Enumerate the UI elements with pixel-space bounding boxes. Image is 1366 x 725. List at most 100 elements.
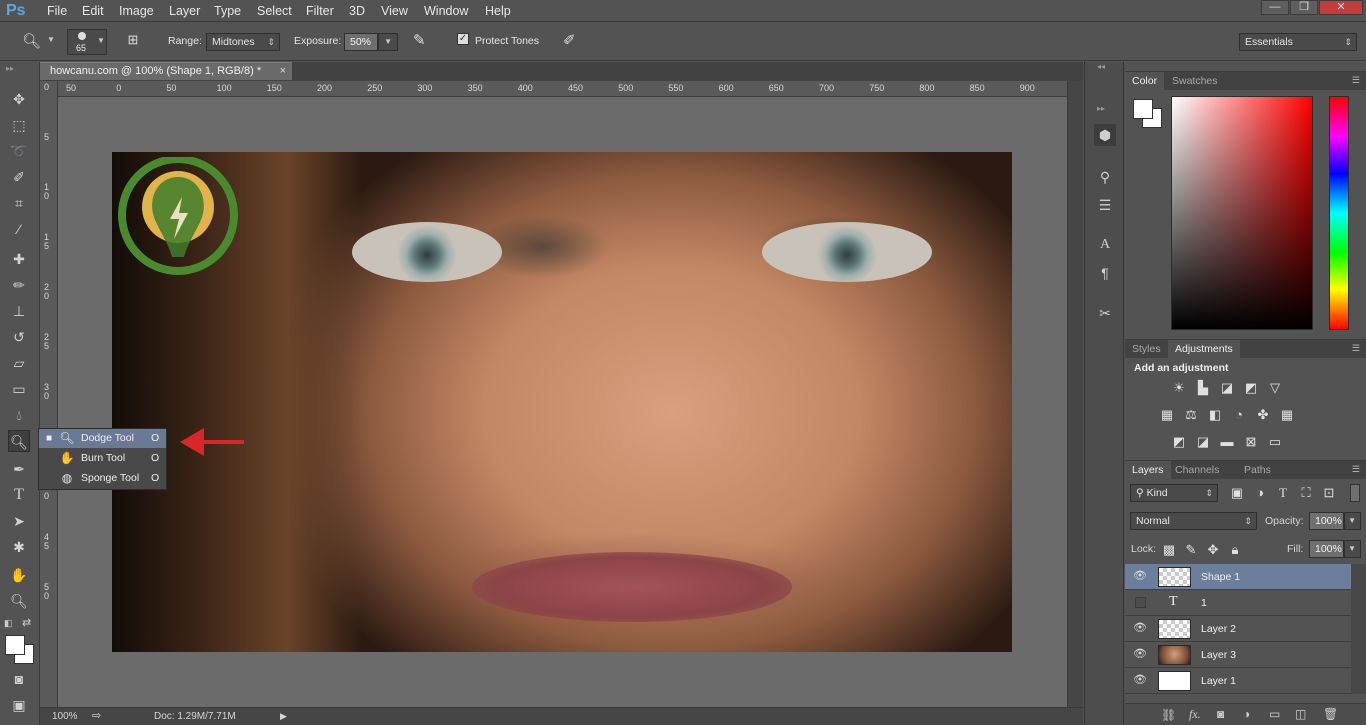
panel-menu-icon[interactable]: ☰ [1352,343,1360,354]
menu-select[interactable]: Select [257,0,292,22]
workspace-select[interactable]: Essentials ⇕ [1239,33,1357,51]
eye-icon[interactable]: 👁︎ [1133,569,1147,583]
swap-colors-icon[interactable]: ⇄ [22,616,31,629]
hue-slider[interactable] [1329,96,1349,330]
pen-tool-icon[interactable]: ✒ [8,458,30,480]
layer-row[interactable]: T 1 [1125,590,1351,616]
menu-type[interactable]: Type [214,0,241,22]
menu-file[interactable]: File [47,0,67,22]
tab-color[interactable]: Color [1125,72,1165,90]
tab-paths[interactable]: Paths [1237,461,1278,479]
black-white-icon[interactable]: ◧ [1207,407,1223,423]
filter-shape-icon[interactable]: ⛶ [1298,485,1314,501]
layer-filter-select[interactable]: ⚲ Kind ⇕ [1130,484,1218,502]
color-balance-icon[interactable]: ⚖ [1183,407,1199,423]
eyedropper-tool-icon[interactable]: ⁄ [8,218,30,240]
visibility-off-box[interactable] [1135,597,1146,608]
lock-position-icon[interactable]: ✥ [1205,542,1221,558]
menu-layer[interactable]: Layer [169,0,200,22]
document-tab[interactable]: howcanu.com @ 100% (Shape 1, RGB/8) * × [40,62,292,80]
layer-row[interactable]: 👁︎ Layer 1 [1125,668,1351,694]
filter-toggle-button[interactable] [1350,484,1360,502]
opacity-input[interactable]: 100% [1309,512,1344,530]
tab-styles[interactable]: Styles [1125,340,1168,358]
fill-input[interactable]: 100% [1309,540,1344,558]
levels-icon[interactable]: ▙ [1195,380,1211,396]
color-lookup-icon[interactable]: ▦ [1279,407,1295,423]
eye-icon[interactable]: 👁︎ [1133,673,1147,687]
menu-image[interactable]: Image [119,0,154,22]
brush-panel-icon[interactable]: ⊞ [123,32,143,50]
channel-mixer-icon[interactable]: ✤ [1255,407,1271,423]
collapse-icon[interactable]: ◂◂ [1097,62,1105,71]
collapse-icon[interactable]: ▸▸ [6,64,14,73]
collapse-icon[interactable]: ▸▸ [1097,104,1105,113]
character-panel-icon[interactable]: A [1094,234,1116,256]
exposure-dropdown[interactable]: ▼ [378,33,398,51]
adjustment-layer-icon[interactable]: ◑ [1243,707,1250,721]
zoom-level[interactable]: 100% [52,708,78,725]
panel-menu-icon[interactable]: ☰ [1352,464,1360,475]
lock-transparent-icon[interactable]: ▩ [1161,542,1177,558]
path-selection-tool-icon[interactable]: ➤ [8,510,30,532]
panel-menu-icon[interactable]: ☰ [1352,75,1360,86]
layer-row[interactable]: 👁︎ Shape 1 [1125,564,1351,590]
export-icon[interactable]: ⇨ [92,708,101,725]
menu-filter[interactable]: Filter [306,0,334,22]
close-button[interactable]: ✕ [1319,0,1363,15]
curves-icon[interactable]: ◪ [1219,380,1235,396]
minimize-button[interactable]: — [1261,0,1289,15]
exposure-icon[interactable]: ◩ [1243,380,1259,396]
flyout-item-dodge[interactable]: ■ 🔍︎ Dodge Tool O [39,429,166,448]
brush-picker[interactable]: 65 ▼ [67,29,107,55]
selective-color-icon[interactable]: ⊠ [1243,434,1259,450]
restore-button[interactable]: ❐ [1290,0,1318,15]
type-tool-icon[interactable]: T [8,484,30,506]
eye-icon[interactable]: 👁︎ [1133,621,1147,635]
layer-row[interactable]: 👁︎ Layer 3 [1125,642,1351,668]
vibrance-icon[interactable]: ▽ [1267,380,1283,396]
lock-all-icon[interactable]: 🔒︎ [1227,542,1243,558]
close-tab-icon[interactable]: × [280,63,286,80]
group-icon[interactable]: ▭ [1269,707,1280,721]
foreground-color-swatch[interactable] [1133,99,1153,119]
menu-window[interactable]: Window [424,0,468,22]
hand-tool-icon[interactable]: ✋ [8,564,30,586]
shape-tool-icon[interactable]: ✱ [8,536,30,558]
protect-tones-checkbox[interactable]: ✓ [457,33,469,45]
3d-panel-icon[interactable]: ⬢ [1094,124,1116,146]
eye-icon[interactable]: 👁︎ [1133,647,1147,661]
photo-filter-icon[interactable]: ◔ [1231,407,1247,423]
trash-icon[interactable]: 🗑︎ [1323,707,1338,721]
foreground-color-swatch[interactable] [5,635,25,655]
mask-icon[interactable]: ◙ [1217,707,1224,721]
paragraph-panel-icon[interactable]: ¶ [1094,262,1116,284]
layer-row[interactable]: 👁︎ Layer 2 [1125,616,1351,642]
filter-type-icon[interactable]: T [1275,485,1291,501]
threshold-icon[interactable]: ▬ [1219,434,1235,450]
filter-adjustment-icon[interactable]: ◑ [1252,485,1268,501]
blend-mode-select[interactable]: Normal ⇕ [1130,512,1257,530]
brightness-contrast-icon[interactable]: ☀ [1171,380,1187,396]
quick-selection-tool-icon[interactable]: ✐ [8,166,30,188]
lock-image-icon[interactable]: ✎ [1183,542,1199,558]
pressure-size-icon[interactable]: ✐ [563,31,576,49]
canvas-photo[interactable] [112,152,1012,652]
hue-saturation-icon[interactable]: ▦ [1159,407,1175,423]
tab-adjustments[interactable]: Adjustments [1168,340,1240,358]
fx-icon[interactable]: fx. [1189,707,1201,722]
tab-swatches[interactable]: Swatches [1165,72,1225,90]
posterize-icon[interactable]: ◪ [1195,434,1211,450]
chevron-down-icon[interactable]: ▼ [47,35,55,44]
tool-presets-icon[interactable]: ⚲ [1094,166,1116,188]
status-menu-arrow-icon[interactable]: ▶ [280,708,287,725]
invert-icon[interactable]: ◩ [1171,434,1187,450]
fill-dropdown[interactable]: ▼ [1344,540,1361,558]
lasso-tool-icon[interactable]: ➰ [8,140,30,162]
gradient-map-icon[interactable]: ▭ [1267,434,1283,450]
gradient-tool-icon[interactable]: ▭ [8,378,30,400]
clone-stamp-tool-icon[interactable]: ⊥ [8,300,30,322]
eraser-tool-icon[interactable]: ▱ [8,352,30,374]
properties-icon[interactable]: ☰ [1094,194,1116,216]
menu-edit[interactable]: Edit [82,0,104,22]
